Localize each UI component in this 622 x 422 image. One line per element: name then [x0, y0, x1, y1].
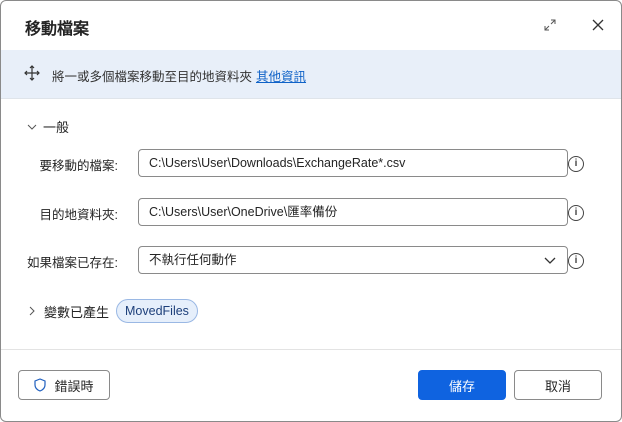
if-file-exists-value: 不執行任何動作 [149, 253, 237, 267]
variables-label: 變數已產生 [44, 304, 110, 320]
on-error-button[interactable]: 錯誤時 [18, 370, 110, 400]
info-icon[interactable]: i [568, 156, 584, 172]
if-file-exists-select[interactable]: 不執行任何動作 [138, 246, 568, 274]
destination-folder-label: 目的地資料夾: [39, 208, 118, 222]
general-section-toggle[interactable]: 一般 [27, 117, 69, 136]
chevron-right-icon [29, 306, 35, 316]
chevron-down-icon [27, 124, 37, 130]
info-icon[interactable]: i [568, 253, 584, 269]
files-to-move-input[interactable]: C:\Users\User\Downloads\ExchangeRate*.cs… [138, 149, 568, 177]
save-button[interactable]: 儲存 [418, 370, 506, 400]
if-file-exists-label: 如果檔案已存在: [27, 256, 118, 270]
variables-section[interactable]: 變數已產生 MovedFiles [27, 299, 198, 323]
move-icon [24, 65, 40, 86]
variable-chip[interactable]: MovedFiles [116, 299, 198, 323]
info-icon[interactable]: i [568, 205, 584, 221]
dialog-title: 移動檔案 [25, 21, 90, 38]
banner-text: 將一或多個檔案移動至目的地資料夾 [52, 70, 253, 84]
shield-icon [34, 378, 47, 392]
more-info-link[interactable]: 其他資訊 [256, 70, 306, 84]
footer-divider [1, 349, 621, 350]
destination-folder-input[interactable]: C:\Users\User\OneDrive\匯率備份 [138, 198, 568, 226]
move-files-dialog: 移動檔案 將一或多個檔案移動至目的地資料夾 其他資訊 一般 要移動的檔案: C:\… [0, 0, 622, 422]
files-to-move-label: 要移動的檔案: [39, 159, 118, 173]
general-section-label: 一般 [43, 120, 70, 135]
cancel-button[interactable]: 取消 [514, 370, 602, 400]
on-error-label: 錯誤時 [54, 378, 94, 394]
close-icon[interactable] [586, 13, 610, 37]
chevron-down-icon [544, 257, 556, 264]
info-banner: 將一或多個檔案移動至目的地資料夾 其他資訊 [1, 50, 621, 99]
expand-icon[interactable] [538, 13, 562, 37]
